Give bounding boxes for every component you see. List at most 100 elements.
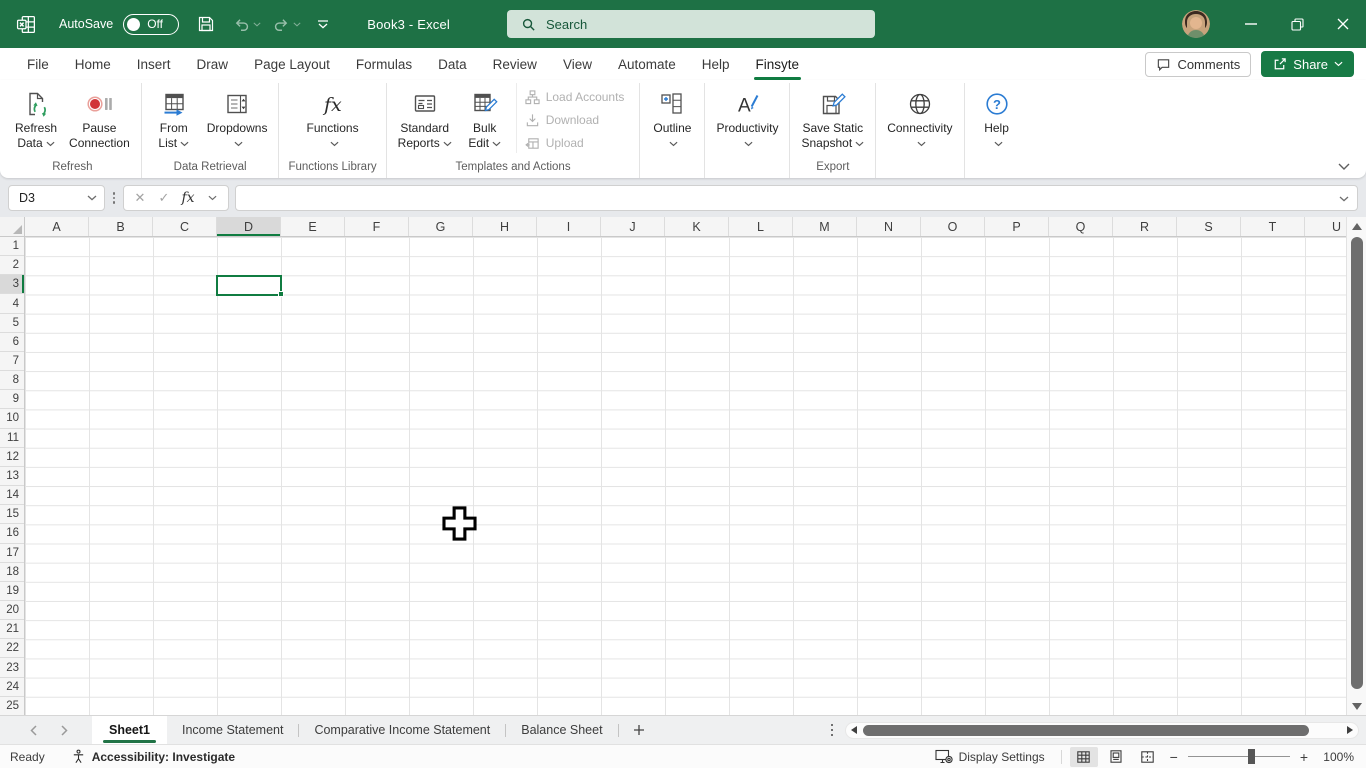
column-header[interactable]: H xyxy=(473,217,537,236)
sheet-options-button[interactable] xyxy=(819,716,845,744)
vertical-scrollbar[interactable] xyxy=(1346,217,1366,715)
pause-connection-button[interactable]: Pause Connection xyxy=(63,83,136,151)
tab-draw[interactable]: Draw xyxy=(184,48,242,80)
name-box-resize-handle[interactable] xyxy=(107,192,121,204)
zoom-level[interactable]: 100% xyxy=(1314,750,1358,764)
column-header[interactable]: E xyxy=(281,217,345,236)
row-header[interactable]: 21 xyxy=(0,620,24,639)
page-layout-view-button[interactable] xyxy=(1102,747,1130,767)
minimize-button[interactable] xyxy=(1228,0,1274,48)
horizontal-scroll-thumb[interactable] xyxy=(863,725,1309,736)
collapse-ribbon-button[interactable] xyxy=(1338,163,1350,171)
user-avatar[interactable] xyxy=(1182,10,1210,38)
autosave-toggle[interactable]: Off xyxy=(123,14,179,35)
undo-button[interactable] xyxy=(233,16,261,33)
sheet-nav-right-button[interactable] xyxy=(49,716,80,744)
row-header[interactable]: 17 xyxy=(0,544,24,563)
from-list-button[interactable]: From List xyxy=(147,83,201,151)
column-header[interactable]: K xyxy=(665,217,729,236)
column-header[interactable]: I xyxy=(537,217,601,236)
vertical-scroll-thumb[interactable] xyxy=(1351,237,1363,689)
column-header[interactable]: R xyxy=(1113,217,1177,236)
row-header[interactable]: 13 xyxy=(0,467,24,486)
row-header[interactable]: 3 xyxy=(0,275,24,294)
fill-handle[interactable] xyxy=(278,291,284,297)
outline-button[interactable]: Outline xyxy=(645,83,699,151)
close-button[interactable] xyxy=(1320,0,1366,48)
tab-data[interactable]: Data xyxy=(425,48,480,80)
row-header[interactable]: 4 xyxy=(0,294,24,313)
zoom-slider[interactable] xyxy=(1188,756,1290,758)
redo-button[interactable] xyxy=(273,16,301,33)
row-header[interactable]: 7 xyxy=(0,352,24,371)
column-header[interactable]: M xyxy=(793,217,857,236)
column-header[interactable]: B xyxy=(89,217,153,236)
tab-insert[interactable]: Insert xyxy=(124,48,184,80)
connectivity-button[interactable]: Connectivity xyxy=(881,83,958,151)
refresh-data-button[interactable]: Refresh Data xyxy=(9,83,63,151)
sheet-tab-sheet1[interactable]: Sheet1 xyxy=(92,716,167,744)
cell-area[interactable] xyxy=(25,237,1346,715)
row-header[interactable]: 11 xyxy=(0,429,24,448)
customize-qat-button[interactable] xyxy=(317,20,329,29)
column-header[interactable]: F xyxy=(345,217,409,236)
horizontal-scrollbar[interactable] xyxy=(845,722,1359,739)
sheet-nav-left-button[interactable] xyxy=(18,716,49,744)
display-settings-button[interactable]: Display Settings xyxy=(925,749,1055,764)
row-header[interactable]: 25 xyxy=(0,697,24,715)
row-header[interactable]: 23 xyxy=(0,658,24,677)
scroll-left-arrow[interactable] xyxy=(851,726,857,734)
functions-button[interactable]: fx Functions xyxy=(301,83,365,151)
row-header[interactable]: 12 xyxy=(0,448,24,467)
row-header[interactable]: 14 xyxy=(0,486,24,505)
row-header[interactable]: 2 xyxy=(0,256,24,275)
row-header[interactable]: 10 xyxy=(0,409,24,428)
tab-file[interactable]: File xyxy=(14,48,62,80)
select-all-corner[interactable] xyxy=(0,217,25,237)
restore-button[interactable] xyxy=(1274,0,1320,48)
sheet-tab-balance-sheet[interactable]: Balance Sheet xyxy=(506,716,617,744)
zoom-slider-thumb[interactable] xyxy=(1248,749,1255,764)
share-button[interactable]: Share xyxy=(1261,51,1354,77)
row-header[interactable]: 6 xyxy=(0,333,24,352)
zoom-out-button[interactable]: − xyxy=(1164,749,1184,765)
row-header[interactable]: 16 xyxy=(0,524,24,543)
column-header[interactable]: L xyxy=(729,217,793,236)
tab-automate[interactable]: Automate xyxy=(605,48,689,80)
cancel-button[interactable]: ✕ xyxy=(128,186,152,210)
column-header[interactable]: N xyxy=(857,217,921,236)
selected-cell-d3[interactable] xyxy=(216,275,282,296)
accessibility-status-button[interactable]: Accessibility: Investigate xyxy=(71,749,235,764)
formula-input[interactable] xyxy=(235,185,1358,211)
expand-formula-bar-icon[interactable] xyxy=(1339,196,1349,202)
row-header[interactable]: 9 xyxy=(0,390,24,409)
column-header[interactable]: A xyxy=(25,217,89,236)
column-header[interactable]: Q xyxy=(1049,217,1113,236)
insert-function-button[interactable]: fx xyxy=(176,186,200,210)
scroll-up-arrow[interactable] xyxy=(1352,223,1362,230)
column-header[interactable]: J xyxy=(601,217,665,236)
row-header[interactable]: 19 xyxy=(0,582,24,601)
excel-logo-icon[interactable] xyxy=(16,14,37,35)
column-header[interactable]: C xyxy=(153,217,217,236)
row-header[interactable]: 8 xyxy=(0,371,24,390)
tab-page-layout[interactable]: Page Layout xyxy=(241,48,343,80)
column-header[interactable]: D xyxy=(217,217,281,236)
scroll-down-arrow[interactable] xyxy=(1352,703,1362,710)
dropdowns-button[interactable]: Dropdowns xyxy=(201,83,274,151)
tab-home[interactable]: Home xyxy=(62,48,124,80)
enter-button[interactable]: ✓ xyxy=(152,186,176,210)
comments-button[interactable]: Comments xyxy=(1145,52,1251,77)
column-header[interactable]: O xyxy=(921,217,985,236)
tab-help[interactable]: Help xyxy=(689,48,743,80)
row-header[interactable]: 5 xyxy=(0,314,24,333)
upload-button-disabled[interactable]: Upload xyxy=(523,133,633,153)
zoom-in-button[interactable]: + xyxy=(1294,749,1314,765)
column-header[interactable]: P xyxy=(985,217,1049,236)
row-header[interactable]: 24 xyxy=(0,678,24,697)
row-header[interactable]: 15 xyxy=(0,505,24,524)
help-button[interactable]: ? Help xyxy=(970,83,1024,151)
tab-finsyte[interactable]: Finsyte xyxy=(743,48,813,80)
name-box[interactable]: D3 xyxy=(8,185,105,211)
tab-view[interactable]: View xyxy=(550,48,605,80)
